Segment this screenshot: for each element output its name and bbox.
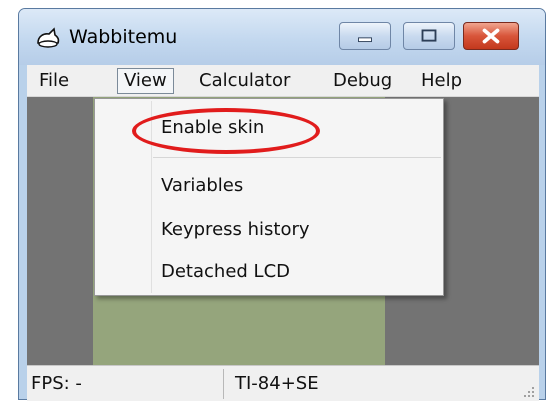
status-bar: FPS: - TI-84+SE <box>27 365 539 401</box>
minimize-button[interactable] <box>339 22 391 50</box>
menu-debug[interactable]: Debug <box>327 68 398 94</box>
menu-calculator[interactable]: Calculator <box>193 68 296 94</box>
menu-view[interactable]: View <box>117 68 174 94</box>
menu-help[interactable]: Help <box>415 68 468 94</box>
menu-item-keypress-history[interactable]: Keypress history <box>161 217 310 243</box>
close-button[interactable] <box>463 22 519 50</box>
minimize-icon <box>358 37 372 43</box>
close-icon <box>482 28 500 44</box>
menu-file[interactable]: File <box>33 68 75 94</box>
title-bar[interactable]: Wabbitemu <box>19 9 545 65</box>
resize-grip-icon[interactable] <box>523 386 535 398</box>
status-separator <box>223 369 224 399</box>
highlight-annotation <box>132 108 320 154</box>
rabbit-icon <box>37 27 60 48</box>
menu-item-detached-lcd[interactable]: Detached LCD <box>161 259 290 285</box>
menu-bar: File View Calculator Debug Help <box>27 65 539 97</box>
status-model: TI-84+SE <box>235 373 319 394</box>
status-fps: FPS: - <box>31 373 82 394</box>
window-title: Wabbitemu <box>69 26 178 48</box>
menu-item-variables[interactable]: Variables <box>161 173 243 199</box>
menu-separator <box>153 157 441 158</box>
maximize-button[interactable] <box>403 22 455 50</box>
maximize-icon <box>421 29 437 42</box>
